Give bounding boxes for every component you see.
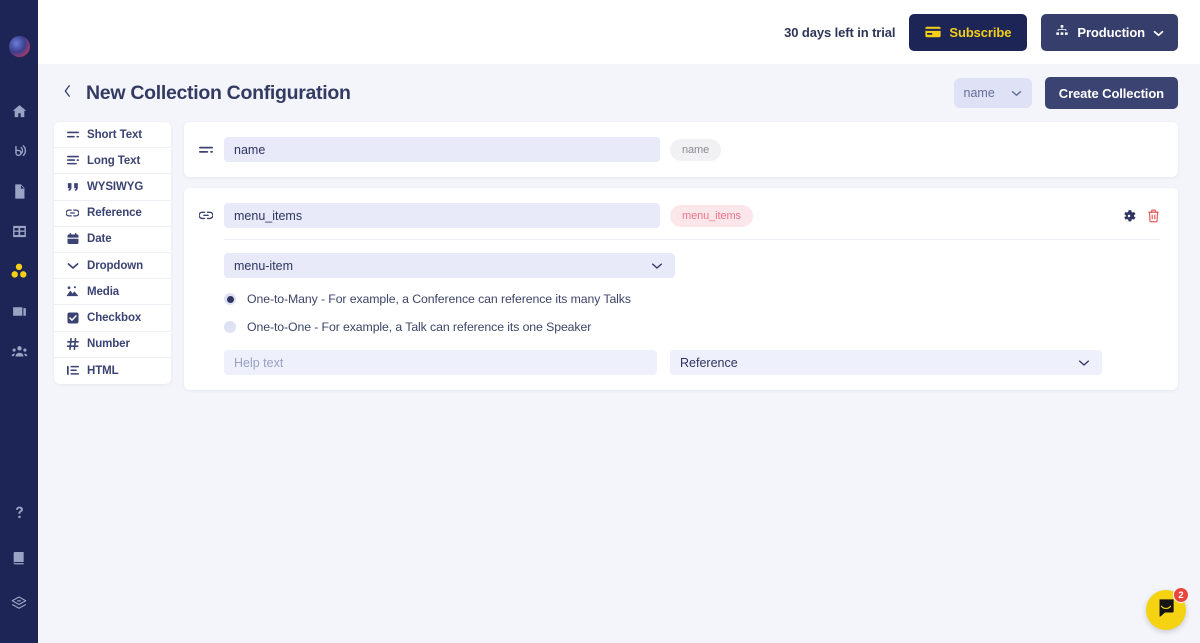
page-title: New Collection Configuration [86, 82, 351, 105]
chevron-down-icon [651, 262, 663, 270]
field-type-label: Number [87, 338, 130, 350]
field-type-wysiwyg[interactable]: WYSIWYG [54, 174, 171, 200]
rail-item-document-icon[interactable] [0, 171, 38, 211]
gear-icon[interactable] [1122, 209, 1136, 223]
field-type-reference[interactable]: Reference [54, 201, 171, 227]
environment-selector-button[interactable]: Production [1041, 14, 1178, 51]
short-text-icon [198, 145, 214, 155]
chevron-left-icon [63, 83, 72, 103]
field-api-id-badge: name [670, 139, 721, 161]
rail-bottom-icons [0, 490, 38, 625]
page-header-actions: name Create Collection [954, 77, 1179, 109]
sitemap-icon [1055, 24, 1069, 40]
help-text-input[interactable] [224, 350, 657, 375]
field-header-row: menu_items [198, 203, 1160, 228]
field-name-input[interactable] [224, 137, 660, 162]
credit-card-icon [925, 26, 941, 38]
fields-list: name menu_items [184, 122, 1178, 390]
rail-primary-icons [0, 91, 38, 371]
rail-item-home-icon[interactable] [0, 91, 38, 131]
field-type-media[interactable]: Media [54, 279, 171, 305]
link-icon [66, 208, 79, 218]
body-wrapper: Short Text Long Text WYSIWYG [38, 122, 1200, 390]
field-card-menu-items: menu_items menu-it [184, 188, 1178, 390]
radio-one-to-one[interactable]: One-to-One - For example, a Talk can ref… [224, 320, 1160, 334]
list-icon [66, 365, 79, 376]
field-type-label: Long Text [87, 155, 140, 167]
long-text-icon [66, 155, 79, 166]
referenced-collection-value: menu-item [234, 259, 293, 273]
left-nav-rail [0, 0, 38, 643]
field-type-label: Date [87, 233, 112, 245]
quote-icon [66, 182, 79, 192]
environment-label: Production [1077, 25, 1145, 40]
field-api-id-badge: menu_items [670, 205, 753, 227]
referenced-collection-select[interactable]: menu-item [224, 253, 675, 278]
trash-icon[interactable] [1147, 209, 1160, 223]
rail-item-users-icon[interactable] [0, 331, 38, 371]
short-text-icon [66, 130, 79, 140]
chat-unread-badge: 2 [1173, 587, 1189, 603]
field-type-label: Media [87, 286, 119, 298]
subscribe-button[interactable]: Subscribe [909, 14, 1027, 51]
rail-item-media-icon[interactable] [0, 291, 38, 331]
link-icon [198, 210, 214, 221]
hash-icon [66, 338, 79, 350]
field-card-name: name [184, 122, 1178, 177]
field-type-select-value: Reference [680, 356, 738, 370]
rail-item-book-icon[interactable] [0, 535, 38, 580]
workspace-logo[interactable] [9, 36, 30, 57]
rail-item-layers-icon[interactable] [0, 580, 38, 625]
field-type-label: Short Text [87, 129, 142, 141]
field-type-dropdown[interactable]: Dropdown [54, 253, 171, 279]
field-type-label: HTML [87, 365, 119, 377]
field-type-label: Reference [87, 207, 142, 219]
chat-bubble-icon [1156, 598, 1176, 623]
field-type-checkbox[interactable]: Checkbox [54, 305, 171, 331]
back-button[interactable] [54, 80, 80, 106]
chevron-down-icon [1153, 25, 1164, 40]
subscribe-label: Subscribe [949, 25, 1011, 40]
calendar-icon [66, 233, 79, 245]
relationship-radio-group: One-to-Many - For example, a Conference … [224, 292, 1160, 334]
field-type-html[interactable]: HTML [54, 358, 171, 384]
radio-label: One-to-Many - For example, a Conference … [247, 292, 631, 306]
field-settings-area: menu-item One-to-Many - For example, a C… [198, 240, 1160, 375]
field-type-date[interactable]: Date [54, 227, 171, 253]
rail-item-table-icon[interactable] [0, 211, 38, 251]
field-row-actions [1122, 209, 1160, 223]
rail-item-help-icon[interactable] [0, 490, 38, 535]
radio-label: One-to-One - For example, a Talk can ref… [247, 320, 591, 334]
title-field-select-value: name [964, 86, 995, 100]
field-type-short-text[interactable]: Short Text [54, 122, 171, 148]
app-root: 30 days left in trial Subscribe [0, 0, 1200, 643]
rail-item-broadcast-icon[interactable] [0, 131, 38, 171]
radio-one-to-many[interactable]: One-to-Many - For example, a Conference … [224, 292, 1160, 306]
page-header: New Collection Configuration name Create… [38, 64, 1200, 122]
chevron-down-icon [1078, 359, 1090, 367]
trial-status-text: 30 days left in trial [784, 25, 895, 40]
radio-indicator [224, 321, 236, 333]
chevron-down-icon [66, 262, 79, 270]
field-type-long-text[interactable]: Long Text [54, 148, 171, 174]
rail-item-schema-icon[interactable] [0, 251, 38, 291]
field-type-label: Checkbox [87, 312, 141, 324]
title-field-select[interactable]: name [954, 78, 1032, 108]
field-type-number[interactable]: Number [54, 332, 171, 358]
field-type-label: Dropdown [87, 260, 143, 272]
checkbox-icon [66, 312, 79, 324]
field-bottom-row: Reference [224, 350, 1160, 375]
field-type-select[interactable]: Reference [670, 350, 1102, 375]
chat-launcher-button[interactable]: 2 [1146, 590, 1186, 630]
main-area: 30 days left in trial Subscribe [38, 0, 1200, 643]
field-header-row: name [198, 137, 1160, 162]
top-bar: 30 days left in trial Subscribe [38, 0, 1200, 64]
field-name-input[interactable] [224, 203, 660, 228]
create-collection-button[interactable]: Create Collection [1045, 77, 1178, 109]
image-icon [66, 286, 79, 297]
field-type-palette: Short Text Long Text WYSIWYG [54, 122, 171, 384]
chevron-down-icon [1011, 86, 1022, 100]
field-type-label: WYSIWYG [87, 181, 143, 193]
radio-indicator [224, 293, 236, 305]
